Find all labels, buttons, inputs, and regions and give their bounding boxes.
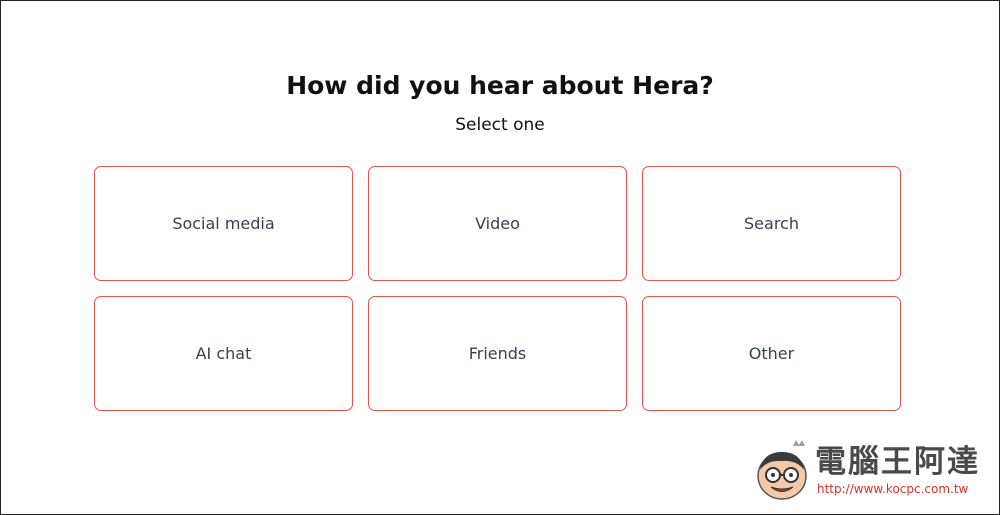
option-search[interactable]: Search: [642, 166, 901, 281]
watermark-title: 電腦王阿達: [815, 444, 980, 480]
option-other[interactable]: Other: [642, 296, 901, 411]
option-video[interactable]: Video: [368, 166, 627, 281]
option-social-media[interactable]: Social media: [94, 166, 353, 281]
option-friends[interactable]: Friends: [368, 296, 627, 411]
option-label: AI chat: [195, 344, 252, 363]
option-label: Video: [475, 214, 520, 233]
option-label: Other: [748, 344, 795, 363]
options-grid: Social media Video Search AI chat Friend…: [94, 166, 902, 411]
question-title: How did you hear about Hera?: [286, 71, 714, 100]
option-label: Friends: [468, 344, 527, 363]
watermark: 電腦王阿達 http://www.kocpc.com.tw: [751, 432, 987, 506]
option-label: Social media: [172, 214, 275, 233]
screenshot-frame: How did you hear about Hera? Select one …: [0, 0, 1000, 515]
option-label: Search: [744, 214, 799, 233]
question-subtitle: Select one: [455, 115, 545, 135]
option-ai-chat[interactable]: AI chat: [94, 296, 353, 411]
mascot-face-icon: [757, 440, 807, 500]
watermark-url: http://www.kocpc.com.tw: [817, 482, 969, 496]
